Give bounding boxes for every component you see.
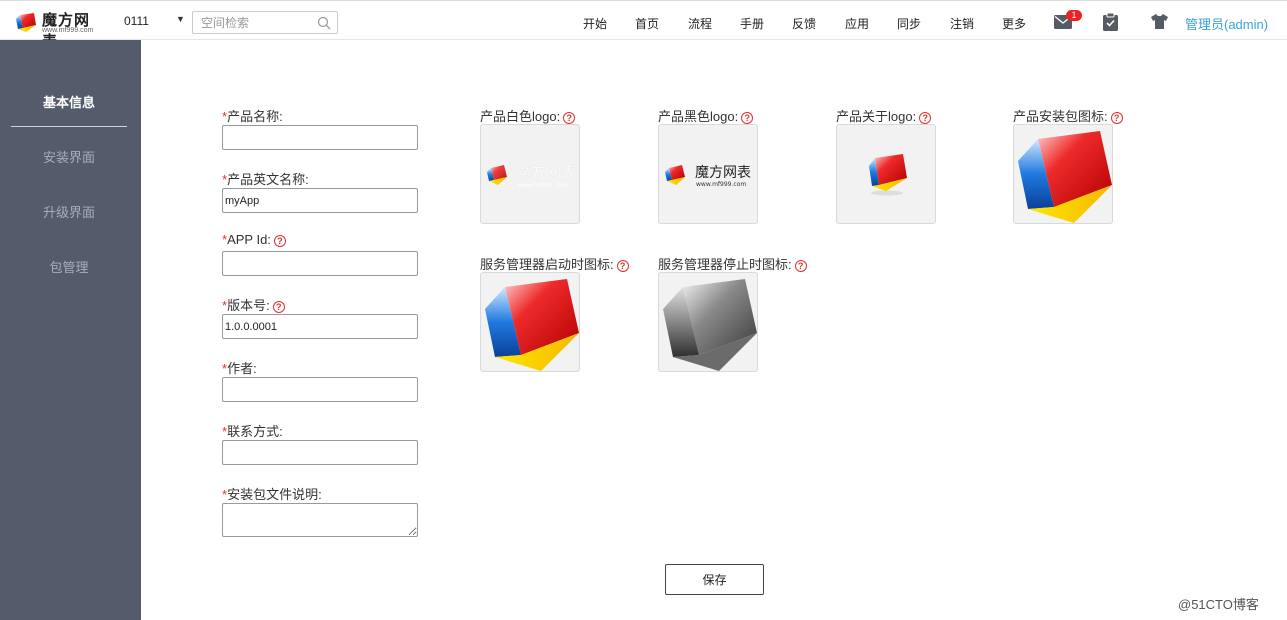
service-start-icon-upload[interactable] (480, 272, 580, 372)
package-desc-label: *安装包文件说明: (222, 487, 322, 502)
white-logo-url: www.mf999.com (517, 182, 567, 189)
app-id-field[interactable] (222, 251, 418, 276)
help-icon[interactable]: ? (919, 112, 932, 124)
search-icon[interactable] (317, 16, 331, 30)
package-desc-textarea[interactable] (222, 503, 418, 537)
space-search (192, 11, 338, 34)
help-icon[interactable]: ? (273, 235, 286, 247)
watermark: @51CTO博客 (1178, 597, 1259, 612)
help-icon[interactable]: ? (794, 260, 807, 272)
nav-more[interactable]: 更多 (1002, 15, 1026, 32)
about-logo-image (869, 154, 907, 196)
white-logo-label: 产品白色logo:? (480, 106, 576, 125)
about-logo-label: 产品关于logo:? (836, 106, 932, 125)
package-icon-image (1018, 131, 1112, 223)
author-field[interactable] (222, 377, 418, 402)
white-logo-image: 魔方网表 www.mf999.com (487, 163, 576, 189)
service-stop-label: 服务管理器停止时图标:? (658, 254, 807, 273)
nav-home[interactable]: 首页 (635, 15, 659, 32)
service-stop-icon-upload[interactable] (658, 272, 758, 372)
current-user[interactable]: 管理员(admin) (1185, 14, 1268, 33)
help-icon[interactable]: ? (1110, 112, 1123, 124)
top-bar: 魔方网表 www.mf999.com 0111 ▼ 开始 首页 流程 手册 反馈… (0, 0, 1287, 50)
white-logo-upload[interactable]: 魔方网表 www.mf999.com (480, 124, 580, 224)
help-icon[interactable]: ? (563, 112, 576, 124)
help-icon[interactable]: ? (272, 301, 285, 313)
clipboard-icon[interactable] (1103, 13, 1118, 31)
contact-label: *联系方式: (222, 424, 283, 439)
logo-cube-icon (16, 13, 36, 32)
logo-url: www.mf999.com (42, 27, 94, 34)
black-logo-text: 魔方网表 (695, 165, 751, 181)
package-icon-label: 产品安装包图标:? (1013, 106, 1123, 125)
brand-logo[interactable]: 魔方网表 www.mf999.com (14, 9, 104, 50)
nav-feedback[interactable]: 反馈 (792, 15, 816, 32)
black-logo-upload[interactable]: 魔方网表 www.mf999.com (658, 124, 758, 224)
mail-count-badge: 1 (1066, 10, 1082, 21)
product-name-field[interactable] (222, 125, 418, 150)
active-item-underline (11, 126, 127, 127)
black-logo-url: www.mf999.com (696, 181, 746, 188)
sidebar-item-upgrade-ui[interactable]: 升级界面 (0, 202, 138, 221)
product-en-name-field[interactable] (222, 188, 418, 213)
nav-workflow[interactable]: 流程 (688, 15, 712, 32)
black-logo-label: 产品黑色logo:? (658, 106, 754, 125)
contact-field[interactable] (222, 440, 418, 465)
sidebar-item-basic-info[interactable]: 基本信息 (0, 92, 138, 111)
help-icon[interactable]: ? (741, 112, 754, 124)
version-field[interactable] (222, 314, 418, 339)
white-logo-text: 魔方网表 (516, 163, 576, 181)
about-logo-upload[interactable] (836, 124, 936, 224)
package-icon-upload[interactable] (1013, 124, 1113, 224)
service-stop-icon-image (663, 279, 757, 371)
black-logo-image: 魔方网表 www.mf999.com (665, 165, 751, 188)
sidebar-item-package-manage[interactable]: 包管理 (0, 257, 138, 276)
sidebar-item-install-ui[interactable]: 安装界面 (0, 147, 138, 166)
version-label: *版本号:? (222, 295, 285, 314)
product-name-label: *产品名称: (222, 109, 283, 124)
nav-sync[interactable]: 同步 (897, 15, 921, 32)
nav-manual[interactable]: 手册 (740, 15, 764, 32)
save-button[interactable]: 保存 (665, 564, 764, 595)
nav-apps[interactable]: 应用 (845, 15, 869, 32)
theme-shirt-icon[interactable] (1151, 14, 1168, 29)
caret-down-icon[interactable]: ▼ (176, 14, 185, 24)
sidebar: 基本信息 安装界面 升级界面 包管理 (0, 40, 141, 620)
nav-logout[interactable]: 注销 (950, 15, 974, 32)
search-input[interactable] (193, 12, 313, 33)
help-icon[interactable]: ? (616, 260, 629, 272)
author-label: *作者: (222, 361, 257, 376)
app-id-label: *APP Id:? (222, 232, 286, 247)
service-start-label: 服务管理器启动时图标:? (480, 254, 629, 273)
product-en-name-label: *产品英文名称: (222, 172, 309, 187)
nav-start[interactable]: 开始 (583, 15, 607, 32)
service-start-icon-image (485, 279, 579, 371)
space-selector-value[interactable]: 0111 (124, 14, 149, 28)
